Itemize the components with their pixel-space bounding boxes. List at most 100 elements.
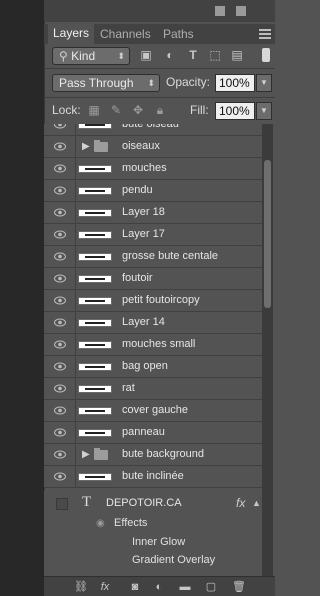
lock-position-icon[interactable]: ✥: [132, 104, 144, 116]
eye-icon[interactable]: [44, 422, 76, 443]
layer-name: bute inclinée: [122, 470, 184, 482]
layer-row[interactable]: cover gauche: [44, 400, 262, 422]
eye-icon[interactable]: [44, 356, 76, 377]
fill-dropdown-icon[interactable]: ▼: [256, 102, 272, 120]
divider: [44, 68, 275, 69]
layer-thumbnail: [78, 253, 112, 261]
layer-row[interactable]: bute inclinée: [44, 466, 262, 488]
eye-icon[interactable]: [44, 312, 76, 333]
text-layer-name: DEPOTOIR.CA: [106, 497, 182, 509]
lock-pixels-icon[interactable]: ✎: [110, 104, 122, 116]
layer-name: oiseaux: [122, 140, 160, 152]
new-layer-icon[interactable]: ▢: [204, 581, 218, 593]
eye-icon[interactable]: [44, 444, 76, 465]
trash-top-icon[interactable]: [236, 6, 247, 16]
eye-icon[interactable]: [44, 466, 76, 487]
layer-row[interactable]: Layer 17: [44, 224, 262, 246]
layer-name: bute oiseau: [122, 124, 179, 130]
layer-row[interactable]: Layer 18: [44, 202, 262, 224]
eye-icon[interactable]: ◉: [96, 518, 105, 529]
effects-label: Effects: [114, 517, 148, 529]
fx-icon[interactable]: fx: [98, 581, 112, 593]
layer-group-row[interactable]: ▶ bute background: [44, 444, 262, 466]
divider: [44, 97, 275, 98]
new-panel-icon[interactable]: [215, 6, 225, 16]
layer-row[interactable]: panneau: [44, 422, 262, 444]
opacity-input[interactable]: 100%: [215, 74, 255, 92]
lock-row: Lock: ▦ ✎ ✥ 🔒︎ Fill: 100% ▼: [48, 101, 273, 123]
folder-icon: [94, 448, 108, 460]
effect-inner-glow[interactable]: Inner Glow: [132, 536, 185, 548]
layer-name: Layer 18: [122, 206, 165, 218]
eye-icon[interactable]: [44, 224, 76, 245]
bottom-toolbar: ⛓ fx ◙ ◐ ▬ ▢ 🗑︎: [44, 576, 275, 596]
chevron-updown-icon: ⬍: [147, 78, 155, 88]
type-filter-icon[interactable]: T: [187, 49, 199, 61]
link-icon[interactable]: ⛓: [74, 581, 88, 593]
visibility-box[interactable]: [56, 498, 68, 510]
mask-icon[interactable]: ◙: [128, 581, 142, 593]
layer-thumbnail: [78, 473, 112, 481]
adjustment-filter-icon[interactable]: ◐: [164, 49, 176, 61]
layer-row[interactable]: bute oiseau: [44, 124, 262, 136]
layer-name: panneau: [122, 426, 165, 438]
layer-row[interactable]: mouches: [44, 158, 262, 180]
smart-object-filter-icon[interactable]: ▤: [231, 49, 243, 61]
eye-icon[interactable]: [44, 334, 76, 355]
eye-icon[interactable]: [44, 180, 76, 201]
fill-label: Fill:: [190, 103, 209, 117]
layer-row[interactable]: rat: [44, 378, 262, 400]
trash-icon[interactable]: 🗑︎: [232, 581, 246, 593]
eye-icon[interactable]: [44, 124, 76, 135]
layer-thumbnail: [78, 187, 112, 195]
layer-name: mouches small: [122, 338, 196, 350]
opacity-dropdown-icon[interactable]: ▼: [256, 74, 272, 92]
eye-icon[interactable]: [44, 136, 76, 157]
effect-gradient-overlay[interactable]: Gradient Overlay: [132, 554, 215, 566]
eye-icon[interactable]: [44, 290, 76, 311]
tab-layers[interactable]: Layers: [48, 24, 95, 44]
panel-menu-icon[interactable]: [259, 29, 271, 39]
layer-row[interactable]: Layer 14: [44, 312, 262, 334]
type-layer-icon: T: [82, 494, 92, 510]
blend-mode-select[interactable]: Pass Through ⬍: [52, 74, 160, 92]
layer-group-row[interactable]: ▶ oiseaux: [44, 136, 262, 158]
eye-icon[interactable]: [44, 158, 76, 179]
layer-row[interactable]: petit foutoircopy: [44, 290, 262, 312]
layer-row[interactable]: mouches small: [44, 334, 262, 356]
scrollbar-thumb[interactable]: [264, 160, 271, 308]
layer-thumbnail: [78, 165, 112, 173]
layer-row[interactable]: pendu: [44, 180, 262, 202]
layer-row[interactable]: foutoir: [44, 268, 262, 290]
lock-transparent-icon[interactable]: ▦: [88, 104, 100, 116]
adjustment-icon[interactable]: ◐: [152, 581, 166, 593]
kind-filter-select[interactable]: ⚲ Kind ⬍: [52, 47, 130, 65]
eye-icon[interactable]: [44, 268, 76, 289]
fill-input[interactable]: 100%: [215, 102, 255, 120]
layer-name: foutoir: [122, 272, 153, 284]
shape-filter-icon[interactable]: ⬚: [209, 49, 221, 61]
expand-triangle-icon[interactable]: ▶: [82, 141, 90, 152]
fx-badge-icon[interactable]: fx: [236, 496, 245, 510]
filter-toggle[interactable]: [262, 48, 270, 62]
collapse-triangle-icon[interactable]: ▲: [252, 498, 261, 508]
layer-thumbnail: [78, 341, 112, 349]
kind-label: Kind: [71, 49, 96, 63]
text-layer-row[interactable]: T DEPOTOIR.CA fx ▲ ◉ Effects Inner Glow …: [44, 490, 262, 576]
layer-name: cover gauche: [122, 404, 189, 416]
group-icon[interactable]: ▬: [178, 581, 192, 593]
layer-row[interactable]: bag open: [44, 356, 262, 378]
layer-thumbnail: [78, 363, 112, 371]
lock-all-icon[interactable]: 🔒︎: [154, 104, 166, 116]
tab-paths[interactable]: Paths: [163, 27, 194, 41]
layer-name: petit foutoircopy: [122, 294, 200, 306]
eye-icon[interactable]: [44, 400, 76, 421]
eye-icon[interactable]: [44, 378, 76, 399]
pixel-filter-icon[interactable]: ▣: [140, 49, 152, 61]
eye-icon[interactable]: [44, 202, 76, 223]
expand-triangle-icon[interactable]: ▶: [82, 449, 90, 460]
tab-channels[interactable]: Channels: [100, 27, 151, 41]
layer-row[interactable]: grosse bute centale: [44, 246, 262, 268]
eye-icon[interactable]: [44, 246, 76, 267]
layer-name: Layer 17: [122, 228, 165, 240]
